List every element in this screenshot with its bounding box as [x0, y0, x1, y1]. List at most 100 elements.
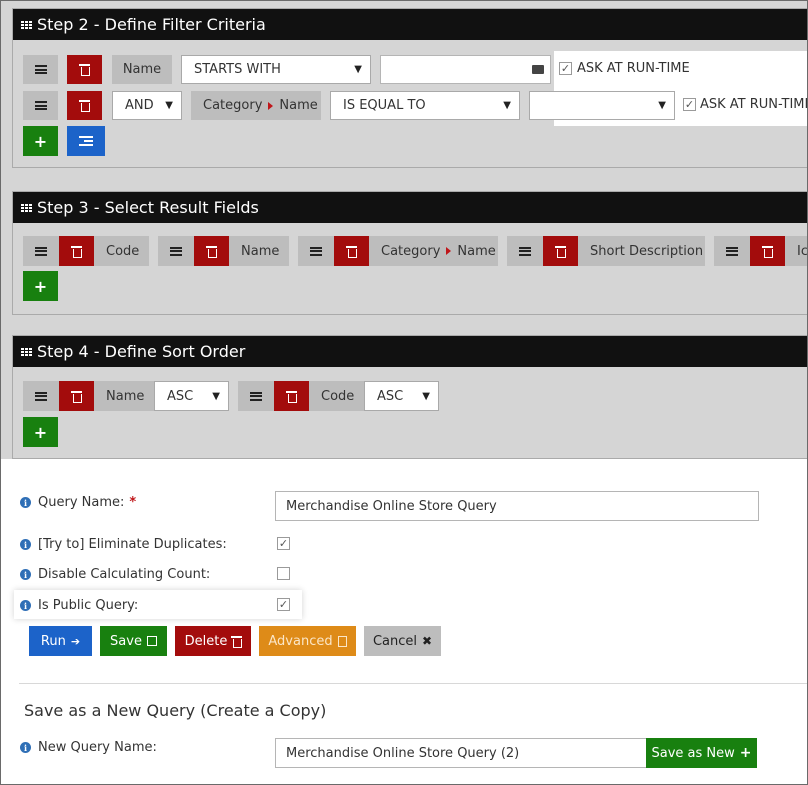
trash-icon: [71, 245, 82, 258]
trash-icon: [762, 245, 773, 258]
cancel-button[interactable]: Cancel ✖: [364, 626, 441, 656]
result-field-delete-button[interactable]: [750, 236, 785, 266]
public-query-row: i Is Public Query:: [20, 598, 138, 613]
filter1-operator-select[interactable]: STARTS WITH ▼: [181, 55, 371, 84]
sort-direction-select[interactable]: ASC ▼: [364, 381, 439, 411]
save-as-new-button[interactable]: Save as New +: [646, 738, 757, 768]
add-filter-button[interactable]: +: [23, 126, 58, 156]
eliminate-duplicates-row: i [Try to] Eliminate Duplicates:: [20, 537, 227, 552]
step4-header: Step 4 - Define Sort Order: [13, 336, 807, 367]
filter1-drag-handle[interactable]: [23, 55, 58, 84]
step2-title: Step 2 - Define Filter Criteria: [37, 15, 266, 34]
section-divider: [19, 683, 807, 684]
close-icon: ✖: [421, 634, 433, 648]
filter2-value-select[interactable]: ▼: [529, 91, 675, 120]
trash-icon: [79, 64, 90, 76]
hamburger-icon: [250, 391, 262, 401]
disable-count-row: i Disable Calculating Count:: [20, 567, 210, 582]
filter2-delete-button[interactable]: [67, 91, 102, 120]
trash-icon: [286, 390, 297, 403]
floppy-disk-icon: [146, 636, 157, 646]
result-field-label: Ic: [785, 236, 807, 266]
save-button[interactable]: Save: [100, 626, 167, 656]
sort-delete-button[interactable]: [274, 381, 309, 411]
trash-icon: [555, 245, 566, 258]
add-sort-button[interactable]: +: [23, 417, 58, 447]
filter1-delete-button[interactable]: [67, 55, 102, 84]
step2-header: Step 2 - Define Filter Criteria: [13, 9, 807, 40]
step4-title: Step 4 - Define Sort Order: [37, 342, 246, 361]
result-field-drag-handle[interactable]: [23, 236, 59, 266]
filter2-drag-handle[interactable]: [23, 91, 58, 120]
sort-field-label: Code: [309, 381, 364, 411]
result-field-label: Category Name: [369, 236, 498, 266]
filter1-value-input[interactable]: [380, 55, 551, 84]
filter1-field: Name: [112, 55, 172, 84]
trash-icon: [346, 245, 357, 258]
sign-in-icon: ➔: [70, 634, 81, 648]
eliminate-duplicates-checkbox[interactable]: ✓: [277, 537, 290, 550]
public-query-checkbox[interactable]: ✓: [277, 598, 290, 611]
caret-down-icon: ▼: [422, 390, 430, 402]
hamburger-icon: [726, 246, 738, 256]
filter2-logic-select[interactable]: AND ▼: [112, 91, 182, 120]
trash-icon: [231, 635, 243, 648]
query-name-input[interactable]: Merchandise Online Store Query: [275, 491, 759, 521]
info-icon[interactable]: i: [20, 600, 31, 611]
result-field-label: Short Description: [578, 236, 705, 266]
trash-icon: [79, 100, 90, 112]
hamburger-icon: [35, 391, 47, 401]
new-query-name-row: i New Query Name:: [20, 740, 157, 755]
caret-right-icon: [268, 101, 274, 110]
keyboard-icon: [532, 65, 544, 74]
hamburger-icon: [35, 246, 47, 256]
sort-delete-button[interactable]: [59, 381, 94, 411]
sort-drag-handle[interactable]: [238, 381, 274, 411]
sort-field-label: Name: [94, 381, 154, 411]
filter2-ask-runtime: ✓ ASK AT RUN-TIME: [683, 97, 808, 112]
sort-direction-select[interactable]: ASC ▼: [154, 381, 229, 411]
hamburger-icon: [34, 65, 47, 74]
plus-icon: +: [33, 422, 48, 442]
result-field-delete-button[interactable]: [194, 236, 229, 266]
info-icon[interactable]: i: [20, 539, 31, 550]
sort-drag-handle[interactable]: [23, 381, 59, 411]
step3-title: Step 3 - Select Result Fields: [37, 198, 259, 217]
trash-icon: [71, 390, 82, 403]
filter1-ask-runtime-checkbox[interactable]: ✓: [559, 62, 572, 75]
caret-down-icon: ▼: [165, 100, 173, 111]
result-field-delete-button[interactable]: [334, 236, 369, 266]
result-field-drag-handle[interactable]: [714, 236, 750, 266]
add-group-button[interactable]: [67, 126, 105, 156]
run-button[interactable]: Run ➔: [29, 626, 92, 656]
disable-count-checkbox[interactable]: [277, 567, 290, 580]
table-icon: [21, 347, 32, 356]
file-text-icon: [337, 635, 347, 647]
result-field-drag-handle[interactable]: [507, 236, 543, 266]
hamburger-icon: [310, 246, 322, 256]
indent-icon: [79, 136, 93, 146]
hamburger-icon: [519, 246, 531, 256]
trash-icon: [206, 245, 217, 258]
filter2-ask-runtime-checkbox[interactable]: ✓: [683, 98, 696, 111]
info-icon[interactable]: i: [20, 497, 31, 508]
info-icon[interactable]: i: [20, 742, 31, 753]
filter2-operator-select[interactable]: IS EQUAL TO ▼: [330, 91, 520, 120]
caret-right-icon: [446, 247, 452, 255]
new-query-name-input[interactable]: Merchandise Online Store Query (2): [275, 738, 647, 768]
caret-down-icon: ▼: [503, 100, 511, 111]
advanced-button[interactable]: Advanced: [259, 626, 356, 656]
delete-button[interactable]: Delete: [175, 626, 251, 656]
step3-header: Step 3 - Select Result Fields: [13, 192, 807, 223]
result-field-drag-handle[interactable]: [158, 236, 194, 266]
result-field-drag-handle[interactable]: [298, 236, 334, 266]
query-name-row: i Query Name: *: [20, 495, 136, 510]
result-field-delete-button[interactable]: [543, 236, 578, 266]
result-field-delete-button[interactable]: [59, 236, 94, 266]
caret-down-icon: ▼: [354, 64, 362, 75]
query-editor: Step 2 - Define Filter Criteria Name STA…: [0, 0, 808, 785]
info-icon[interactable]: i: [20, 569, 31, 580]
table-icon: [21, 203, 32, 212]
result-field-label: Code: [94, 236, 149, 266]
add-result-field-button[interactable]: +: [23, 271, 58, 301]
